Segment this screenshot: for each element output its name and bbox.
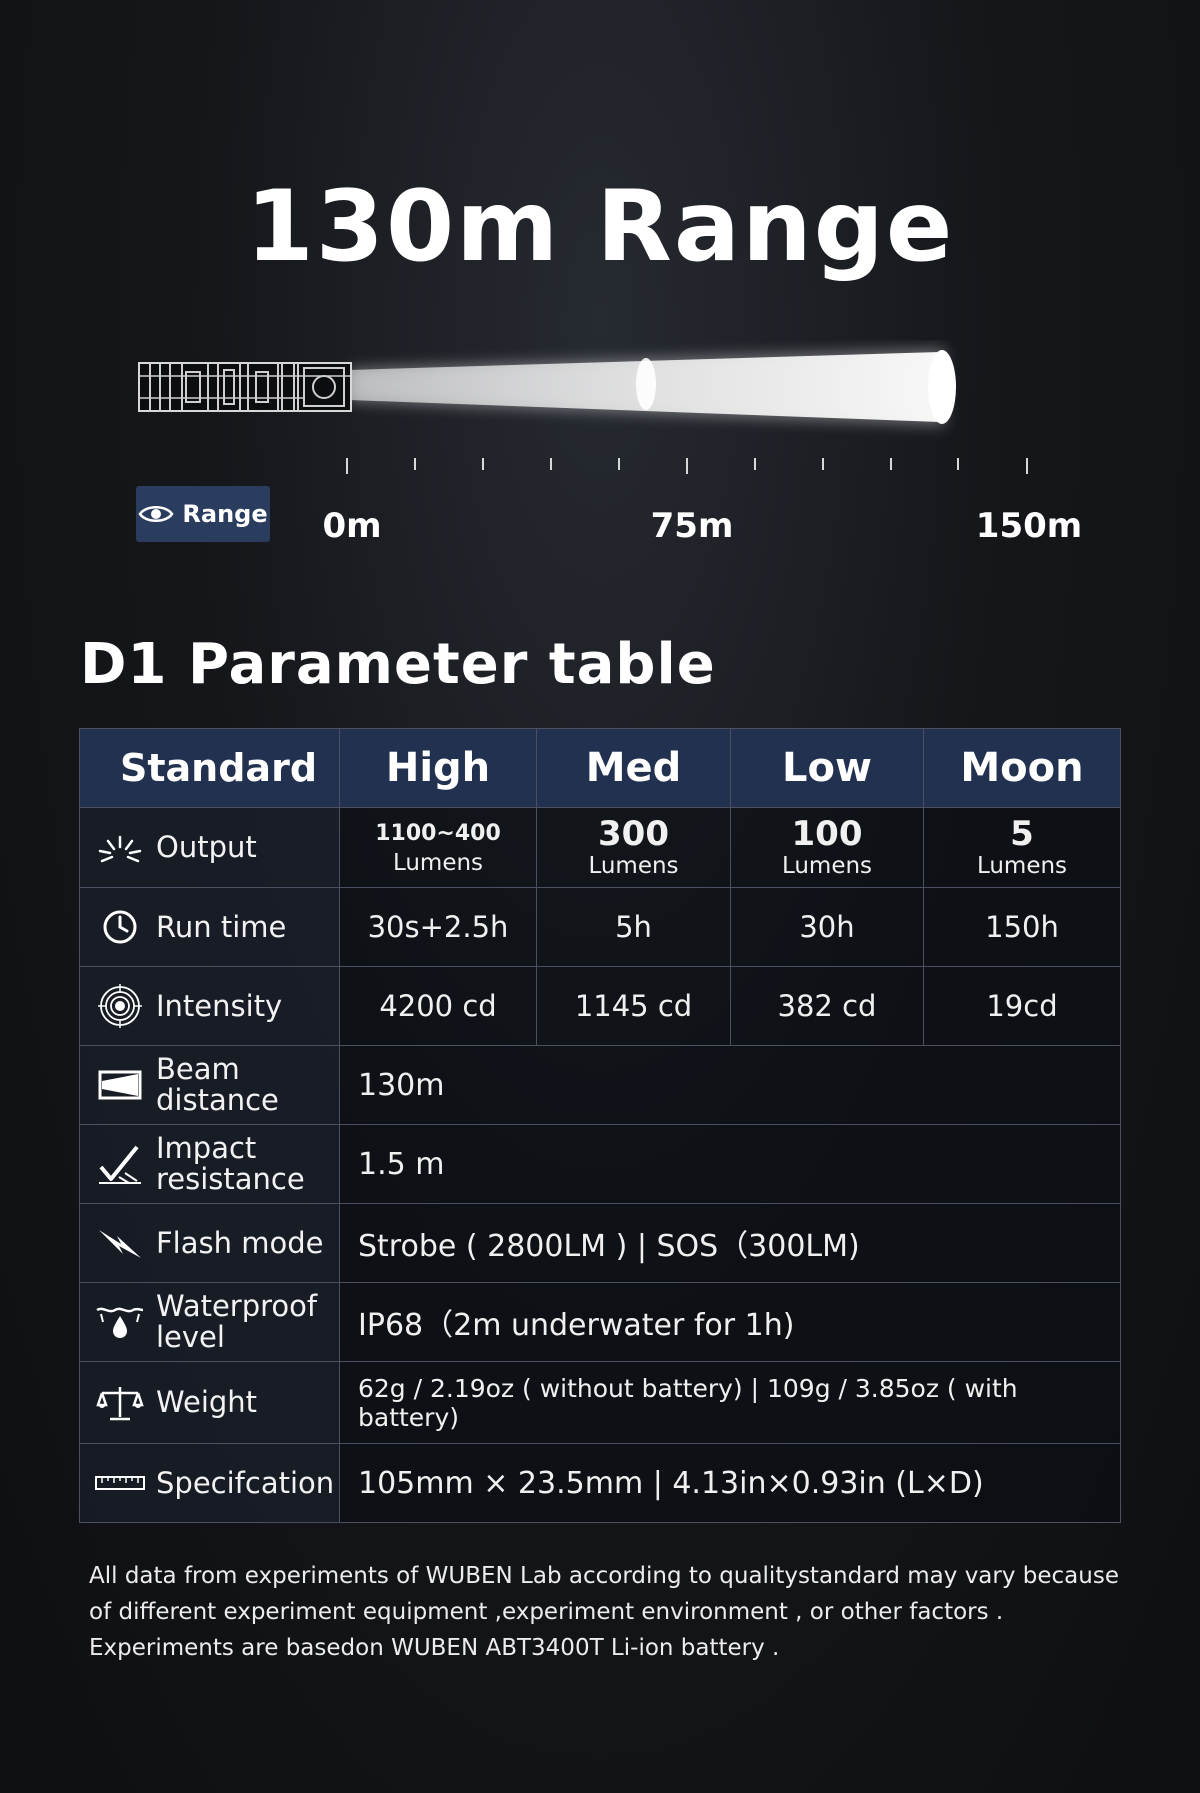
table-row-waterproof: Waterproof level IP68（2m underwater for … — [79, 1282, 1121, 1362]
runtime-low: 30h — [730, 887, 924, 967]
row-label-cell: Run time — [79, 887, 340, 967]
tick-mark — [754, 458, 756, 470]
flash-mode-value: Strobe ( 2800LM ) | SOS（300LM) — [339, 1203, 1121, 1283]
intensity-moon: 19cd — [923, 966, 1121, 1046]
table-row-runtime: Run time 30s+2.5h 5h 30h 150h — [79, 887, 1121, 967]
intensity-med: 1145 cd — [536, 966, 731, 1046]
table-row-specification: Specifcation 105mm × 23.5mm | 4.13in×0.9… — [79, 1443, 1121, 1523]
row-label: Impact resistance — [156, 1131, 305, 1196]
row-label: Weight — [156, 1385, 258, 1419]
row-label-cell: Beam distance — [79, 1045, 340, 1125]
row-label-cell: Weight — [79, 1361, 340, 1444]
scale-label-mid: 75m — [650, 506, 734, 546]
tick-mark — [1026, 458, 1028, 474]
table-header-row: Standard High Med Low Moon — [79, 728, 1121, 808]
tick-mark — [822, 458, 824, 470]
header-med: Med — [536, 728, 731, 808]
impact-icon — [94, 1142, 146, 1186]
output-low: 100 Lumens — [730, 807, 924, 888]
output-value: 100 — [791, 813, 863, 854]
row-label: Specifcation — [156, 1465, 335, 1500]
output-value: 1100~400 — [375, 820, 501, 846]
output-unit: Lumens — [588, 852, 679, 879]
tick-mark — [890, 458, 892, 470]
footnote: All data from experiments of WUBEN Lab a… — [89, 1558, 1129, 1666]
row-label-cell: Intensity — [79, 966, 340, 1046]
row-label: Waterproof level — [156, 1289, 318, 1354]
tick-mark — [618, 458, 620, 470]
row-label: Output — [156, 830, 257, 864]
table-row-flash-mode: Flash mode Strobe ( 2800LM ) | SOS（300LM… — [79, 1203, 1121, 1283]
waterproof-value: IP68（2m underwater for 1h) — [339, 1282, 1121, 1362]
footnote-line: Experiments are basedon WUBEN ABT3400T L… — [89, 1635, 780, 1661]
row-label-cell: Specifcation — [79, 1443, 340, 1523]
row-label-cell: Waterproof level — [79, 1282, 340, 1362]
row-label-cell: Impact resistance — [79, 1124, 340, 1204]
output-unit: Lumens — [781, 852, 873, 879]
tick-mark — [550, 458, 552, 470]
scale-icon — [94, 1381, 146, 1425]
parameter-table-title: D1 Parameter table — [80, 632, 716, 697]
row-label: Intensity — [156, 988, 283, 1023]
range-tick-marks — [0, 458, 1200, 478]
row-label: Flash mode — [156, 1225, 324, 1260]
row-label: Run time — [156, 909, 287, 944]
target-icon — [94, 984, 146, 1028]
burst-icon — [94, 826, 146, 870]
row-label-cell: Flash mode — [79, 1203, 340, 1283]
intensity-high: 4200 cd — [339, 966, 537, 1046]
range-badge-label: Range — [182, 500, 268, 528]
tick-mark — [686, 458, 688, 474]
range-badge: Range — [136, 486, 270, 542]
runtime-moon: 150h — [923, 887, 1121, 967]
tick-mark — [957, 458, 959, 470]
output-med: 300 Lumens — [536, 807, 731, 888]
flashlight-image — [138, 362, 352, 412]
tick-mark — [346, 458, 348, 474]
footnote-line: of different experiment equipment ,exper… — [89, 1599, 1004, 1625]
tick-mark — [482, 458, 484, 470]
parameter-table: Standard High Med Low Moon Output 1100~4… — [79, 728, 1121, 1523]
output-unit: Lumens — [976, 852, 1068, 879]
beam-illustration — [130, 340, 980, 440]
footnote-line: All data from experiments of WUBEN Lab a… — [89, 1563, 1119, 1589]
row-label-cell: Output — [79, 807, 340, 888]
hero-title: 130m Range — [245, 170, 955, 284]
clock-icon — [94, 905, 146, 949]
header-moon: Moon — [923, 728, 1121, 808]
header-standard: Standard — [79, 728, 340, 808]
row-label: Beam distance — [156, 1052, 279, 1117]
output-value: 5 — [1010, 813, 1034, 854]
scale-label-start: 0m — [322, 506, 382, 546]
intensity-low: 382 cd — [730, 966, 924, 1046]
output-moon: 5 Lumens — [923, 807, 1121, 888]
table-row-intensity: Intensity 4200 cd 1145 cd 382 cd 19cd — [79, 966, 1121, 1046]
runtime-high: 30s+2.5h — [339, 887, 537, 967]
output-unit: Lumens — [392, 849, 484, 876]
header-high: High — [339, 728, 537, 808]
water-drop-icon — [94, 1300, 146, 1344]
table-row-output: Output 1100~400 Lumens 300 Lumens 100 Lu… — [79, 807, 1121, 888]
eye-icon — [138, 506, 174, 522]
header-low: Low — [730, 728, 924, 808]
scale-label-end: 150m — [975, 506, 1083, 546]
table-row-weight: Weight 62g / 2.19oz ( without battery) |… — [79, 1361, 1121, 1444]
lightning-icon — [94, 1221, 146, 1265]
specification-value: 105mm × 23.5mm | 4.13in×0.93in (L×D) — [339, 1443, 1121, 1523]
ruler-icon — [94, 1461, 146, 1505]
runtime-med: 5h — [536, 887, 731, 967]
table-row-beam-distance: Beam distance 130m — [79, 1045, 1121, 1125]
weight-value: 62g / 2.19oz ( without battery) | 109g /… — [339, 1361, 1121, 1444]
table-row-impact-resistance: Impact resistance 1.5 m — [79, 1124, 1121, 1204]
output-value: 300 — [598, 813, 669, 854]
tick-mark — [414, 458, 416, 470]
impact-resistance-value: 1.5 m — [339, 1124, 1121, 1204]
beam-distance-value: 130m — [339, 1045, 1121, 1125]
beam-icon — [94, 1063, 146, 1107]
output-high: 1100~400 Lumens — [339, 807, 537, 888]
